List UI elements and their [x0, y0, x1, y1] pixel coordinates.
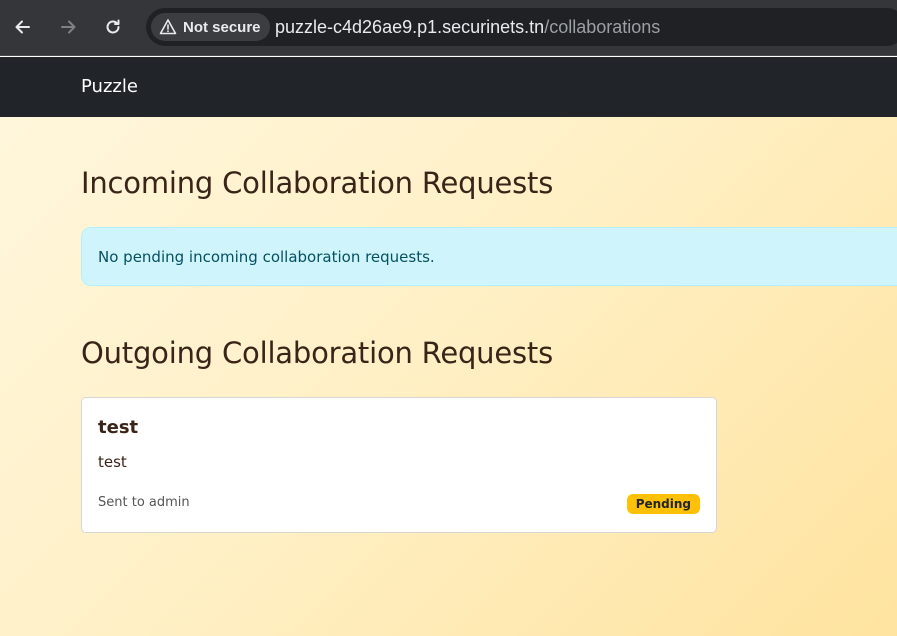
url-text[interactable]: puzzle-c4d26ae9.p1.securinets.tn/collabo… [275, 17, 660, 38]
forward-button[interactable] [53, 12, 83, 42]
warning-triangle-icon [159, 18, 177, 36]
outgoing-request-card: test test Sent to admin Pending [81, 397, 717, 533]
outgoing-requests-heading: Outgoing Collaboration Requests [81, 336, 553, 370]
main-content: Incoming Collaboration Requests No pendi… [0, 117, 897, 636]
request-description: test [98, 453, 127, 471]
status-badge: Pending [626, 494, 700, 514]
back-button[interactable] [8, 12, 38, 42]
url-host: puzzle-c4d26ae9.p1.securinets.tn [275, 17, 545, 37]
security-label: Not secure [183, 18, 261, 36]
request-recipient: Sent to admin [98, 495, 190, 510]
no-incoming-message: No pending incoming collaboration reques… [98, 248, 435, 266]
reload-icon [106, 19, 120, 34]
security-indicator[interactable]: Not secure [151, 13, 270, 41]
no-incoming-alert: No pending incoming collaboration reques… [81, 227, 897, 286]
arrow-right-icon [61, 20, 76, 34]
address-bar[interactable]: Not secure puzzle-c4d26ae9.p1.securinets… [146, 8, 897, 46]
site-navbar: Puzzle [0, 57, 897, 117]
reload-button[interactable] [98, 12, 128, 42]
url-path: /collaborations [544, 17, 661, 37]
request-title: test [98, 417, 139, 438]
browser-toolbar: Not secure puzzle-c4d26ae9.p1.securinets… [0, 0, 897, 56]
incoming-requests-heading: Incoming Collaboration Requests [81, 166, 554, 200]
arrow-left-icon [15, 20, 30, 34]
brand-link[interactable]: Puzzle [81, 76, 138, 97]
